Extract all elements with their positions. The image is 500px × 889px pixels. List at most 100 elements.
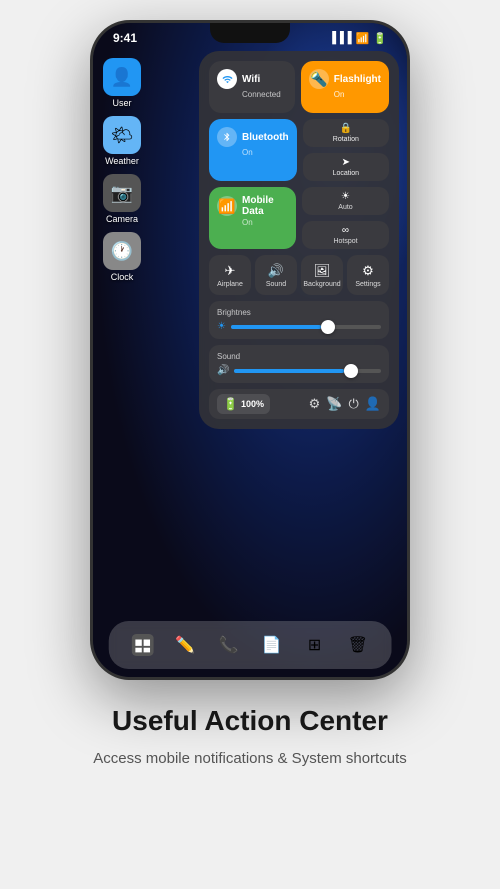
page-subtitle: Access mobile notifications & System sho… [93, 748, 406, 771]
settings-icon: ⚙ [362, 263, 374, 279]
cc-bottom-icons: ⚙ 📡 ⏻ 👤 [309, 396, 381, 412]
brightness-icon: ☀ [217, 321, 226, 332]
sound-fill [234, 369, 344, 373]
hotspot-icon: ∞ [342, 225, 349, 236]
location-label: Location [333, 170, 359, 177]
wifi-sub: Connected [217, 90, 287, 99]
dock-finder[interactable] [126, 629, 158, 661]
wifi-icon [217, 69, 237, 89]
rotation-label: Rotation [333, 136, 359, 143]
user-app-icon: 👤 [103, 58, 141, 96]
background-toggle[interactable]: 🖼 Background [301, 255, 343, 295]
power-bottom-icon[interactable]: ⏻ [349, 396, 359, 412]
mobile-data-sub: On [217, 218, 288, 227]
dock-layout[interactable]: ⊞ [299, 629, 331, 661]
phone-frame-container: 9:41 ▐▐▐ 📶 🔋 👤 User 🌤 Weather 📷 Camera [90, 20, 410, 680]
phone-frame: 9:41 ▐▐▐ 📶 🔋 👤 User 🌤 Weather 📷 Camera [90, 20, 410, 680]
gear-bottom-icon[interactable]: ⚙ [309, 396, 321, 412]
cc-bottom-row: 🔋 100% ⚙ 📡 ⏻ 👤 [209, 389, 389, 419]
wifi-status-icon: 📶 [356, 32, 370, 45]
control-center: Wifi Connected 🔦 Flashlight On [199, 51, 399, 429]
brightness-slider-row: ☀ [217, 321, 381, 332]
app-weather[interactable]: 🌤 Weather [103, 116, 141, 166]
hotspot-toggle[interactable]: ∞ Hotspot [302, 221, 389, 249]
settings-toggle[interactable]: ⚙ Settings [347, 255, 389, 295]
app-clock[interactable]: 🕐 Clock [103, 232, 141, 282]
flashlight-toggle[interactable]: 🔦 Flashlight On [301, 61, 389, 113]
mobile-data-icon: 📶 [217, 196, 237, 216]
camera-app-icon: 📷 [103, 174, 141, 212]
background-label: Background [303, 281, 340, 288]
auto-label: Auto [338, 204, 352, 211]
airplane-toggle[interactable]: ✈ Airplane [209, 255, 251, 295]
sound-section: Sound 🔊 [209, 345, 389, 383]
mobile-data-label: Mobile Data [242, 195, 288, 217]
text-section: Useful Action Center Access mobile notif… [53, 680, 446, 770]
flashlight-icon: 🔦 [309, 69, 329, 89]
clock-app-label: Clock [111, 272, 134, 282]
cc-row-1: Wifi Connected 🔦 Flashlight On [209, 61, 389, 113]
bluetooth-label: Bluetooth [242, 132, 289, 143]
background-icon: 🖼 [314, 263, 331, 279]
network-bottom-icon[interactable]: 📡 [326, 396, 342, 412]
sound-track[interactable] [234, 369, 381, 373]
user-app-label: User [112, 98, 131, 108]
camera-app-label: Camera [106, 214, 138, 224]
dock-phone[interactable]: 📞 [212, 629, 244, 661]
status-time: 9:41 [113, 31, 137, 45]
rotation-toggle[interactable]: 🔒 Rotation [303, 119, 389, 147]
home-apps: 👤 User 🌤 Weather 📷 Camera 🕐 Clock [103, 58, 141, 282]
brightness-section: Brightnes ☀ [209, 301, 389, 339]
cc-rotation-location: 🔒 Rotation ➤ Location [303, 119, 389, 181]
user-bottom-icon[interactable]: 👤 [365, 396, 381, 412]
location-icon: ➤ [342, 157, 350, 168]
clock-app-icon: 🕐 [103, 232, 141, 270]
rotation-icon: 🔒 [340, 123, 352, 134]
cc-row-3: 📶 Mobile Data On ☀ Auto ∞ Hotspot [209, 187, 389, 249]
flashlight-label: Flashlight [334, 74, 381, 85]
hotspot-label: Hotspot [333, 238, 357, 245]
mobile-data-toggle[interactable]: 📶 Mobile Data On [209, 187, 296, 249]
signal-icon: ▐▐▐ [328, 32, 351, 44]
sound-slider-label: Sound [217, 352, 381, 361]
brightness-fill [231, 325, 321, 329]
airplane-icon: ✈ [225, 263, 236, 279]
auto-toggle[interactable]: ☀ Auto [302, 187, 389, 215]
brightness-label: Brightnes [217, 308, 381, 317]
battery-percent: 100% [241, 399, 264, 409]
battery-status-icon: 🔋 [373, 32, 387, 45]
sound-label: Sound [266, 281, 286, 288]
bluetooth-sub: On [217, 148, 289, 157]
dock-notes[interactable]: 📄 [256, 629, 288, 661]
weather-app-icon: 🌤 [103, 116, 141, 154]
bluetooth-icon [217, 127, 237, 147]
app-camera[interactable]: 📷 Camera [103, 174, 141, 224]
bluetooth-toggle[interactable]: Bluetooth On [209, 119, 297, 181]
settings-label: Settings [355, 281, 380, 288]
app-user[interactable]: 👤 User [103, 58, 141, 108]
wifi-toggle[interactable]: Wifi Connected [209, 61, 295, 113]
wifi-label: Wifi [242, 74, 260, 85]
weather-app-label: Weather [105, 156, 139, 166]
cc-auto-hotspot: ☀ Auto ∞ Hotspot [302, 187, 389, 249]
dock: ✏️ 📞 📄 ⊞ 🗑 [109, 621, 392, 669]
airplane-label: Airplane [217, 281, 243, 288]
brightness-track[interactable] [231, 325, 381, 329]
sound-vol-icon: 🔊 [217, 365, 229, 376]
sound-thumb[interactable] [344, 364, 358, 378]
cc-action-row: ✈ Airplane 🔊 Sound 🖼 Background ⚙ Settin… [209, 255, 389, 295]
page-title: Useful Action Center [93, 704, 406, 738]
cc-row-2: Bluetooth On 🔒 Rotation ➤ Location [209, 119, 389, 181]
flashlight-sub: On [309, 90, 381, 99]
battery-indicator: 🔋 100% [217, 394, 270, 414]
brightness-thumb[interactable] [321, 320, 335, 334]
sound-slider-row: 🔊 [217, 365, 381, 376]
sound-toggle[interactable]: 🔊 Sound [255, 255, 297, 295]
status-icons: ▐▐▐ 📶 🔋 [328, 32, 387, 45]
location-toggle[interactable]: ➤ Location [303, 153, 389, 181]
dock-pencil[interactable]: ✏️ [169, 629, 201, 661]
battery-icon: 🔋 [223, 397, 238, 411]
sound-icon: 🔊 [268, 263, 284, 279]
dock-trash[interactable]: 🗑 [342, 629, 374, 661]
auto-icon: ☀ [341, 191, 350, 202]
